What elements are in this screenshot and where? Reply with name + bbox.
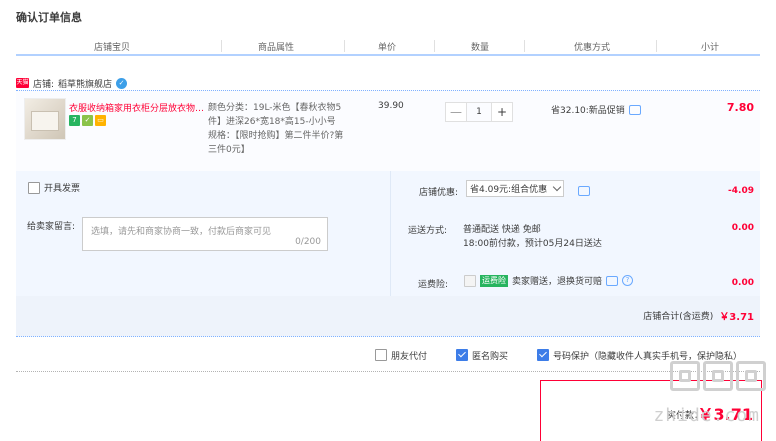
col-separator xyxy=(656,40,657,52)
friend-pay-checkbox[interactable] xyxy=(375,349,387,361)
help-question-icon[interactable]: ? xyxy=(622,275,634,286)
shop-discount-amount: -4.09 xyxy=(728,186,754,196)
quantity-decrease-button[interactable]: — xyxy=(445,102,467,122)
col-attributes: 商品属性 xyxy=(258,43,295,53)
guarantee-icon: ✓ xyxy=(82,115,93,126)
storage-box-image xyxy=(31,111,59,131)
insurance-checkbox xyxy=(464,274,476,287)
shop-total: 店铺合计(含运费) ￥3.71 xyxy=(643,308,754,323)
watermark-logo-box xyxy=(703,361,733,391)
watermark-logo-box xyxy=(736,361,766,391)
invoice-label: 开具发票 xyxy=(44,184,81,194)
item-promotion: 省32.10:新品促销 xyxy=(551,103,641,116)
insurance-text: 卖家赠送，退换货可赔 xyxy=(512,277,603,287)
item-service-badges: 7 ✓ ▭ xyxy=(69,115,106,126)
col-unit-price: 单价 xyxy=(378,43,397,53)
shop-header: 天猫 店铺: 稻草熊旗舰店 ✓ xyxy=(16,76,128,90)
insurance-amount: 0.00 xyxy=(731,278,754,288)
chevron-down-icon xyxy=(552,182,562,192)
insurance-badge: 运费险 xyxy=(480,274,508,287)
shop-name-link[interactable]: 稻草熊旗舰店 xyxy=(58,77,112,90)
credit-card-icon: ▭ xyxy=(95,115,106,126)
shipping-label: 运送方式: xyxy=(407,226,447,236)
number-protect-checkbox[interactable] xyxy=(537,349,549,361)
col-separator xyxy=(344,40,345,52)
shop-total-label: 店铺合计(含运费) xyxy=(643,312,714,322)
col-quantity: 数量 xyxy=(471,43,490,53)
memo-label: 给卖家留言: xyxy=(27,222,76,232)
shop-discount-select[interactable]: 省4.09元:组合优惠 xyxy=(466,180,564,197)
invoice-checkbox[interactable] xyxy=(28,181,40,194)
watermark-logo-box xyxy=(670,361,700,391)
shop-prefix: 店铺: xyxy=(33,79,55,90)
shipping-amount: 0.00 xyxy=(731,223,754,233)
seller-memo-textarea[interactable]: 选填，请先和商家协商一致，付款后商家可见 0/200 xyxy=(82,217,328,251)
wangwang-chat-icon[interactable]: ✓ xyxy=(116,77,128,89)
insurance-label: 运费险: xyxy=(417,280,448,290)
col-promotion: 优惠方式 xyxy=(574,43,611,53)
page-title: 确认订单信息 xyxy=(16,11,82,24)
quantity-increase-button[interactable]: + xyxy=(491,102,513,122)
order-table-header: 店铺宝贝 商品属性 单价 数量 优惠方式 小计 xyxy=(16,38,760,56)
shipping-eta: 18:00前付款，预计05月24日送达 xyxy=(463,239,602,249)
shipping-method: 普通配送 快递 免邮 xyxy=(463,225,541,235)
tmall-logo-icon: 天猫 xyxy=(16,78,29,88)
shop-total-value: ￥3.71 xyxy=(719,312,754,323)
col-separator xyxy=(524,40,525,52)
invoice-option[interactable]: 开具发票 xyxy=(28,181,80,194)
friend-pay-label: 朋友代付 xyxy=(391,351,428,362)
shop-discount-value: 省4.09元:组合优惠 xyxy=(470,185,548,195)
friend-pay-option[interactable]: 朋友代付 xyxy=(375,348,427,362)
item-attribute-color: 颜色分类：19L-米色【春秋衣物5件】进深26*宽18*高15-小小号 xyxy=(208,103,342,127)
item-subtotal: 7.80 xyxy=(726,101,754,114)
item-unit-price: 39.90 xyxy=(378,101,404,111)
item-thumbnail[interactable] xyxy=(24,98,66,140)
promotion-text: 省32.10:新品促销 xyxy=(551,106,625,116)
item-attributes: 颜色分类：19L-米色【春秋衣物5件】进深26*宽18*高15-小小号 规格：【… xyxy=(208,101,346,157)
shipping-info: 普通配送 快递 免邮 18:00前付款，预计05月24日送达 xyxy=(463,223,602,251)
insurance-option: 运费险 卖家赠送，退换货可赔 ? xyxy=(464,274,634,287)
watermark-text: zhide.com xyxy=(653,405,760,426)
watermark-logo xyxy=(670,361,766,391)
number-protect-label: 号码保护（隐藏收件人真实手机号，保护隐私） xyxy=(553,351,743,362)
quantity-input[interactable]: 1 xyxy=(467,102,491,122)
shop-discount-label: 店铺优惠: xyxy=(418,188,458,198)
item-title-link[interactable]: 衣服收纳箱家用衣柜分层放衣物… xyxy=(69,101,204,114)
anonymous-checkbox[interactable] xyxy=(456,349,468,361)
seven-day-return-icon: 7 xyxy=(69,115,80,126)
quantity-stepper: — 1 + xyxy=(445,102,515,122)
col-shop-item: 店铺宝贝 xyxy=(94,43,131,53)
col-separator xyxy=(434,40,435,52)
number-protect-option[interactable]: 号码保护（隐藏收件人真实手机号，保护隐私） xyxy=(537,348,765,362)
section-divider xyxy=(16,371,760,372)
col-separator xyxy=(221,40,222,52)
anonymous-option[interactable]: 匿名购买 xyxy=(456,348,508,362)
insurance-chat-icon[interactable] xyxy=(606,275,619,286)
memo-placeholder: 选填，请先和商家协商一致，付款后商家可见 xyxy=(91,227,272,237)
item-attribute-spec: 规格：【限时抢购】第二件半价?第三件0元】 xyxy=(208,131,344,155)
discount-info-icon[interactable] xyxy=(578,186,590,196)
memo-char-count: 0/200 xyxy=(295,237,321,247)
anonymous-label: 匿名购买 xyxy=(472,351,509,362)
col-subtotal: 小计 xyxy=(701,43,720,53)
promotion-info-icon[interactable] xyxy=(628,104,641,115)
